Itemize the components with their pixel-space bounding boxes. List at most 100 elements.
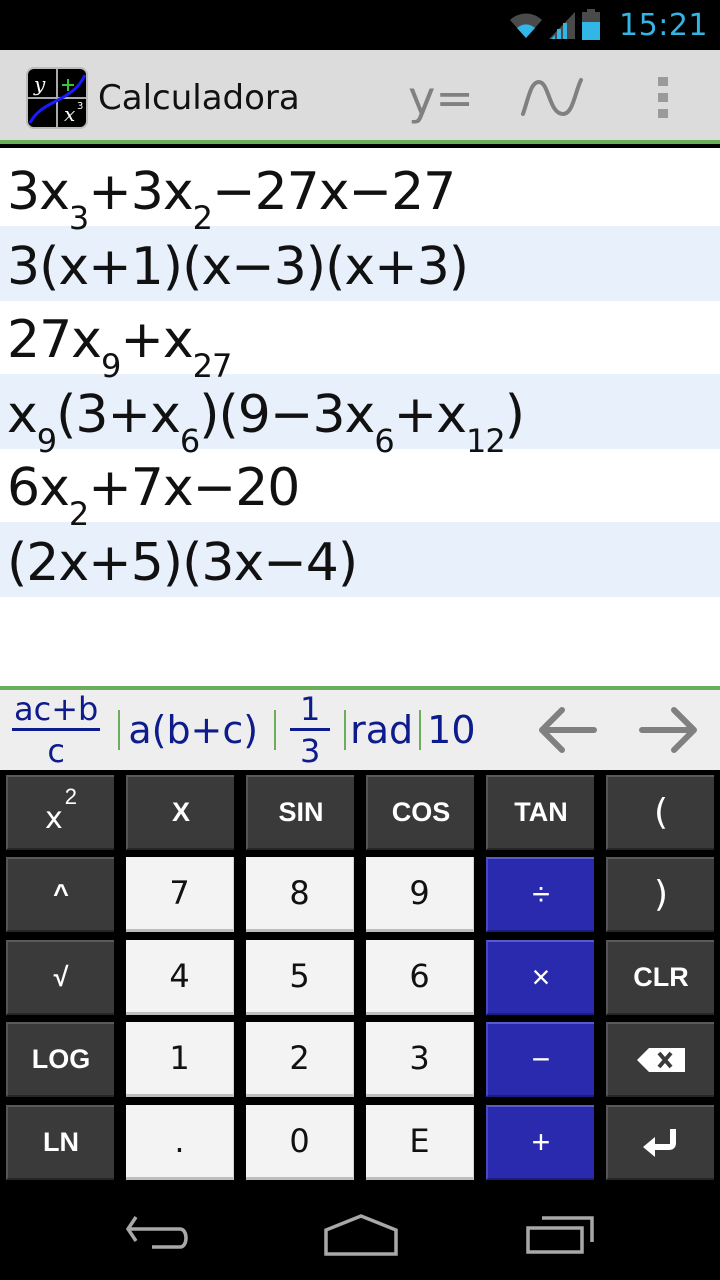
graph-button[interactable] [512,70,592,126]
key-4[interactable]: 4 [126,940,234,1015]
key-label: ( [653,792,669,833]
key-decimal[interactable]: . [126,1105,234,1180]
key-label: LN [43,1127,79,1157]
battery-icon [582,9,601,40]
cursor-right-button[interactable] [634,700,704,760]
home-icon [324,1214,398,1256]
arrow-left-icon [539,707,597,753]
key-plus[interactable]: + [486,1105,594,1180]
key-minus[interactable]: − [486,1022,594,1097]
key-label: ) [653,874,669,915]
expression-text: ) [504,385,525,445]
key-backspace[interactable] [606,1022,714,1097]
key-9[interactable]: 9 [366,857,474,932]
base-label: 10 [427,708,476,752]
fraction-numerator: 1 [299,690,321,728]
mixed-fraction-denominator: c [47,732,65,770]
history-input-row[interactable]: 3x 3 +3x 2 −27x−27 [0,148,720,234]
overflow-menu-button[interactable] [640,70,686,126]
action-bar: y x 3 Calculadora y= [0,50,720,144]
key-label: LOG [31,1044,91,1074]
key-label: 6 [409,957,430,995]
function-entry-label: y= [408,71,474,125]
key-tan[interactable]: TAN [486,775,594,850]
key-label: 1 [169,1039,190,1077]
key-label: CLR [633,962,689,992]
separator [419,710,422,750]
key-label: 7 [169,874,190,912]
key-multiply[interactable]: × [486,940,594,1015]
angle-mode-label: rad [350,708,414,752]
sine-wave-icon [521,78,583,117]
key-label: SIN [278,797,324,827]
angle-mode-button[interactable]: rad [350,695,413,765]
expression-text: 3(x+1)(x−3)(x+3) [7,237,469,297]
key-log[interactable]: LOG [6,1022,114,1097]
recent-apps-button[interactable] [518,1210,608,1260]
key-8[interactable]: 8 [246,857,354,932]
key-cos[interactable]: COS [366,775,474,850]
history-list[interactable]: 3x 3 +3x 2 −27x−27 3(x+1)(x−3)(x+3) 27x 9 +x 27 x 9… [0,148,720,686]
key-x[interactable]: X [126,775,234,850]
back-icon [125,1216,188,1249]
key-1[interactable]: 1 [126,1022,234,1097]
recent-apps-icon [526,1216,594,1254]
status-time: 15:21 [619,7,708,43]
home-button[interactable] [316,1210,406,1260]
history-input-row[interactable]: 27x 9 +x 27 [0,301,720,382]
back-button[interactable] [114,1210,204,1260]
history-input-row[interactable]: 6x 2 +7x−20 [0,449,720,530]
factor-label: a(b+c) [128,708,259,752]
mixed-fraction-numerator: ac+b [14,690,99,728]
expression-text: (2x+5)(3x−4) [7,533,358,593]
calculator-graph-icon[interactable]: y x 3 [26,67,88,129]
key-label: − [531,1041,551,1077]
key-label: ^ [53,879,69,909]
expression-text: 6x [7,458,70,518]
key-label: 5 [289,957,310,995]
key-2[interactable]: 2 [246,1022,354,1097]
key-divide[interactable]: ÷ [486,857,594,932]
separator [274,710,277,750]
cell-signal-icon [549,12,576,39]
history-result-row[interactable]: (2x+5)(3x−4) [0,522,720,597]
enter-icon [641,1127,681,1159]
mixed-fraction-button[interactable]: ac+b c [12,690,101,770]
key-6[interactable]: 6 [366,940,474,1015]
factor-button[interactable]: a(b+c) [128,695,258,765]
separator [344,710,347,750]
key-clear[interactable]: CLR [606,940,714,1015]
history-result-row[interactable]: 3(x+1)(x−3)(x+3) [0,226,720,301]
key-close-paren[interactable]: ) [606,857,714,932]
key-0[interactable]: 0 [246,1105,354,1180]
key-label: TAN [514,797,568,827]
key-label: x [44,801,63,836]
key-label: 3 [409,1039,430,1077]
svg-text:y: y [33,72,46,96]
key-label: × [531,959,551,995]
key-exponent-label: 2 [64,783,77,809]
app-title: Calculadora [98,78,300,118]
key-3[interactable]: 3 [366,1022,474,1097]
key-label: 8 [289,874,310,912]
key-exponent[interactable]: E [366,1105,474,1180]
base-button[interactable]: 10 [427,695,475,765]
key-open-paren[interactable]: ( [606,775,714,850]
key-ln[interactable]: LN [6,1105,114,1180]
suggestion-bar: ac+b c a(b+c) 1 3 rad 10 [0,686,720,770]
key-label: E [409,1122,430,1160]
fraction-button[interactable]: 1 3 [290,690,331,767]
key-x-squared[interactable]: x2 [6,775,114,850]
key-sin[interactable]: SIN [246,775,354,850]
key-label: . [174,1122,185,1160]
key-power[interactable]: ^ [6,857,114,932]
key-sqrt[interactable]: √ [6,940,114,1015]
function-entry-button[interactable]: y= [405,70,477,126]
fraction-bar [12,728,101,731]
key-enter[interactable] [606,1105,714,1180]
key-5[interactable]: 5 [246,940,354,1015]
navigation-bar [0,1184,720,1280]
history-result-row[interactable]: x 9 (3+x 6)(9−3x 6 +x 12) [0,374,720,457]
key-7[interactable]: 7 [126,857,234,932]
cursor-left-button[interactable] [532,700,602,760]
